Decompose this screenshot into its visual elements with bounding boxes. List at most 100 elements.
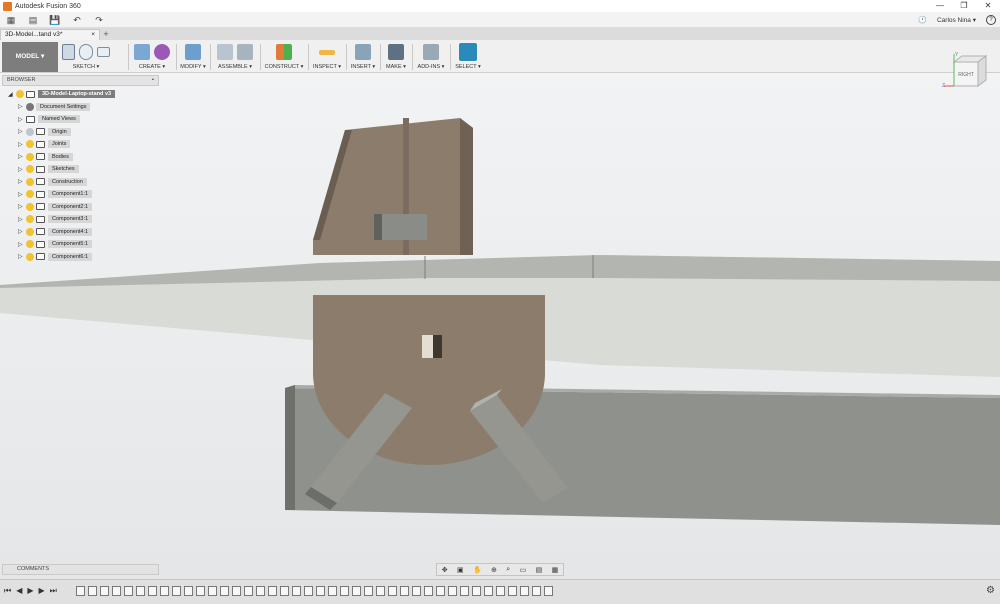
timeline-feature[interactable] — [220, 586, 229, 596]
close-button[interactable]: ✕ — [976, 0, 1000, 12]
tree-item-origin[interactable]: ▷ Origin — [8, 126, 158, 139]
fit-icon[interactable]: ⌕ — [506, 566, 510, 574]
joint-icon[interactable] — [237, 44, 253, 60]
user-account-menu[interactable]: Carlos Nina ▾ — [937, 16, 976, 24]
sketch-menu[interactable]: SKETCH ▾ — [62, 64, 110, 70]
timeline-feature[interactable] — [244, 586, 253, 596]
make-group[interactable]: MAKE ▾ — [384, 42, 408, 72]
timeline-feature[interactable] — [316, 586, 325, 596]
display-settings-icon[interactable]: ▭ — [520, 566, 527, 574]
create-menu[interactable]: CREATE ▾ — [132, 64, 172, 70]
timeline-feature[interactable] — [436, 586, 445, 596]
sphere-icon[interactable] — [154, 44, 170, 60]
select-cursor-icon[interactable] — [459, 43, 477, 61]
inspect-group[interactable]: INSPECT ▾ — [312, 42, 342, 72]
modify-menu[interactable]: MODIFY ▾ — [180, 64, 206, 70]
timeline-start-icon[interactable]: ⏮ — [4, 586, 11, 596]
file-menu-icon[interactable]: ▤ — [25, 13, 41, 27]
timeline-feature[interactable] — [160, 586, 169, 596]
select-group[interactable]: SELECT ▾ — [454, 42, 482, 72]
timeline-settings-gear-icon[interactable]: ⚙ — [986, 585, 995, 596]
timeline-feature[interactable] — [388, 586, 397, 596]
visibility-bulb-icon[interactable] — [16, 90, 24, 99]
timeline-feature[interactable] — [112, 586, 121, 596]
undo-icon[interactable]: ↶ — [69, 13, 85, 27]
timeline-feature[interactable] — [448, 586, 457, 596]
insert-image-icon[interactable] — [355, 44, 371, 60]
tree-item-component5[interactable]: ▷ Component5:1 — [8, 238, 158, 251]
assemble-group[interactable]: ASSEMBLE ▾ — [214, 42, 256, 72]
scripts-icon[interactable] — [423, 44, 439, 60]
sketch-group[interactable]: SKETCH ▾ — [62, 42, 110, 72]
measure-icon[interactable] — [319, 49, 335, 55]
timeline-feature[interactable] — [496, 586, 505, 596]
arc-icon[interactable] — [79, 44, 93, 60]
timeline-play-icon[interactable]: ▶ — [27, 586, 33, 596]
modify-group[interactable]: MODIFY ▾ — [180, 42, 206, 72]
tree-item-named-views[interactable]: ▷ Named Views — [8, 113, 158, 126]
browser-panel-header[interactable]: BROWSER ▪ — [2, 75, 159, 86]
timeline-feature[interactable] — [400, 586, 409, 596]
pan-icon[interactable]: ✋ — [473, 566, 482, 574]
timeline-feature[interactable] — [148, 586, 157, 596]
timeline-feature[interactable] — [136, 586, 145, 596]
timeline-feature[interactable] — [376, 586, 385, 596]
tree-item-component2[interactable]: ▷ Component2:1 — [8, 201, 158, 214]
timeline-feature[interactable] — [184, 586, 193, 596]
extrude-icon[interactable] — [134, 44, 150, 60]
create-sketch-icon[interactable] — [62, 44, 76, 60]
visibility-bulb-icon[interactable] — [26, 202, 34, 211]
timeline-feature[interactable] — [424, 586, 433, 596]
document-tab[interactable]: 3D-Model...tand v3* × — [0, 29, 100, 40]
browser-pin-icon[interactable]: ▪ — [152, 76, 154, 85]
assemble-menu[interactable]: ASSEMBLE ▾ — [214, 64, 256, 70]
timeline-feature[interactable] — [472, 586, 481, 596]
tree-item-bodies[interactable]: ▷ Bodies — [8, 151, 158, 164]
timeline-feature[interactable] — [268, 586, 277, 596]
visibility-bulb-icon[interactable] — [26, 190, 34, 199]
tree-item-component3[interactable]: ▷ Component3:1 — [8, 213, 158, 226]
tree-item-joints[interactable]: ▷ Joints — [8, 138, 158, 151]
new-tab-button[interactable]: + — [100, 29, 112, 40]
create-group[interactable]: CREATE ▾ — [132, 42, 172, 72]
tree-item-sketches[interactable]: ▷ Sketches — [8, 163, 158, 176]
inspect-menu[interactable]: INSPECT ▾ — [312, 64, 342, 70]
offset-plane-icon[interactable] — [276, 44, 292, 60]
3d-print-icon[interactable] — [388, 44, 404, 60]
timeline-feature[interactable] — [232, 586, 241, 596]
visibility-bulb-icon[interactable] — [26, 240, 34, 249]
timeline-feature[interactable] — [88, 586, 97, 596]
grid-settings-icon[interactable]: ▤ — [536, 566, 543, 574]
timeline-feature[interactable] — [172, 586, 181, 596]
timeline-feature[interactable] — [208, 586, 217, 596]
save-icon[interactable]: 💾 — [47, 13, 63, 27]
timeline-feature[interactable] — [328, 586, 337, 596]
view-cube[interactable]: RIGHT Z Y — [940, 50, 992, 94]
tree-item-document-settings[interactable]: ▷ Document Settings — [8, 101, 158, 114]
timeline-feature[interactable] — [292, 586, 301, 596]
timeline-forward-icon[interactable]: ▶ — [39, 586, 45, 596]
visibility-bulb-icon[interactable] — [26, 165, 34, 174]
tree-item-component6[interactable]: ▷ Component6:1 — [8, 251, 158, 264]
timeline-feature[interactable] — [196, 586, 205, 596]
timeline-feature[interactable] — [484, 586, 493, 596]
construct-group[interactable]: CONSTRUCT ▾ — [264, 42, 304, 72]
minimize-button[interactable]: — — [928, 0, 952, 12]
tree-item-component4[interactable]: ▷ Component4:1 — [8, 226, 158, 239]
timeline-feature[interactable] — [256, 586, 265, 596]
add-ins-group[interactable]: ADD-INS ▾ — [416, 42, 446, 72]
visibility-bulb-icon[interactable] — [26, 252, 34, 261]
orbit-icon[interactable]: ✥ — [442, 566, 448, 574]
timeline-feature[interactable] — [544, 586, 553, 596]
timeline-feature[interactable] — [508, 586, 517, 596]
make-menu[interactable]: MAKE ▾ — [384, 64, 408, 70]
new-component-icon[interactable] — [217, 44, 233, 60]
timeline-feature[interactable] — [304, 586, 313, 596]
timeline-feature[interactable] — [532, 586, 541, 596]
construct-menu[interactable]: CONSTRUCT ▾ — [264, 64, 304, 70]
timeline-feature[interactable] — [100, 586, 109, 596]
comments-panel-header[interactable]: COMMENTS — [2, 564, 159, 575]
restore-button[interactable]: ❐ — [952, 0, 976, 12]
visibility-bulb-icon[interactable] — [26, 227, 34, 236]
timeline-features[interactable] — [76, 586, 553, 596]
